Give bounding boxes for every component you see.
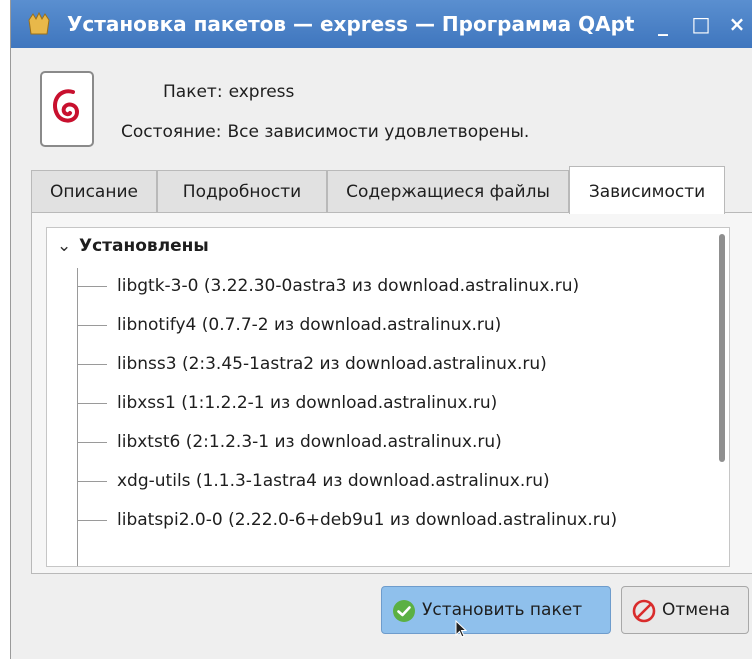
package-row: Пакет: express	[163, 82, 294, 102]
tree-item[interactable]: libxss1 (1:1.2.2-1 из download.astralinu…	[77, 385, 497, 421]
tree-item[interactable]: libnotify4 (0.7.7-2 из download.astralin…	[77, 307, 501, 343]
check-circle-icon	[393, 600, 415, 622]
tree-item[interactable]: libgtk-3-0 (3.22.30-0astra3 из download.…	[77, 268, 579, 304]
install-package-button[interactable]: Установить пакет	[381, 586, 611, 634]
debian-package-icon	[40, 71, 94, 147]
close-button[interactable]: ×	[725, 12, 749, 36]
package-name: express	[228, 82, 295, 102]
tree-item-label: libnotify4 (0.7.7-2 из download.astralin…	[117, 315, 502, 335]
no-entry-icon	[632, 599, 656, 623]
state-row: Состояние: Все зависимости удовлетворены.	[121, 122, 529, 142]
install-button-label: Установить пакет	[422, 600, 583, 620]
tree-item[interactable]: libxtst6 (2:1.2.3-1 из download.astralin…	[77, 424, 502, 460]
tab-panel: ⌄ Установлены libgtk-3-0 (3.22.30-0astra3…	[31, 212, 752, 574]
tree-item-label: libxss1 (1:1.2.2-1 из download.astralinu…	[117, 393, 498, 413]
dependency-tree[interactable]: ⌄ Установлены libgtk-3-0 (3.22.30-0astra3…	[46, 227, 730, 567]
state-label: Состояние:	[121, 122, 222, 142]
title-bar[interactable]: Установка пакетов — express — Программа …	[11, 0, 752, 48]
tree-item-label: libxtst6 (2:1.2.3-1 из download.astralin…	[117, 432, 502, 452]
tab-details[interactable]: Подробности	[157, 170, 327, 212]
tab-bar: Описание Подробности Содержащиеся файлы …	[31, 166, 725, 214]
tree-item[interactable]: libnss3 (2:3.45-1astra2 из download.astr…	[77, 346, 547, 382]
mouse-cursor-icon	[455, 620, 467, 638]
tab-dependencies[interactable]: Зависимости	[569, 166, 725, 214]
minimize-button[interactable]: _	[651, 12, 675, 36]
tree-item-label: xdg-utils (1.1.3-1astra4 из download.ast…	[117, 471, 550, 491]
install-dialog: Установка пакетов — express — Программа …	[10, 0, 752, 659]
tab-files[interactable]: Содержащиеся файлы	[327, 170, 569, 212]
tree-group-label: Установлены	[79, 236, 209, 256]
tree-item[interactable]: xdg-utils (1.1.3-1astra4 из download.ast…	[77, 463, 550, 499]
state-value: Все зависимости удовлетворены.	[227, 122, 530, 142]
tree-scrollbar[interactable]	[719, 234, 725, 462]
tree-item-label: libgtk-3-0 (3.22.30-0astra3 из download.…	[117, 276, 580, 296]
tree-group-installed[interactable]: ⌄ Установлены	[57, 236, 209, 256]
maximize-button[interactable]: □	[689, 12, 713, 36]
cancel-button-label: Отмена	[662, 600, 731, 620]
chevron-down-icon[interactable]: ⌄	[57, 236, 79, 256]
qapt-icon	[28, 11, 50, 35]
package-label: Пакет:	[163, 82, 223, 102]
tree-item[interactable]: libatspi2.0-0 (2.22.0-6+deb9u1 из downlo…	[77, 502, 617, 538]
tab-description[interactable]: Описание	[31, 170, 157, 212]
tree-item-label: libnss3 (2:3.45-1astra2 из download.astr…	[117, 354, 547, 374]
tree-item-label: libatspi2.0-0 (2.22.0-6+deb9u1 из downlo…	[117, 510, 618, 530]
cancel-button[interactable]: Отмена	[621, 586, 749, 634]
window-title: Установка пакетов — express — Программа …	[67, 12, 637, 36]
